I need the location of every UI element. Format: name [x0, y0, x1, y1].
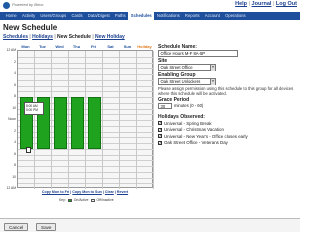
time-label: 2	[14, 128, 16, 133]
legend-key-label: Key:	[59, 198, 66, 202]
day-header-mon: Mon	[21, 44, 30, 49]
grid-legend: Key: On/Active Off/Inactive	[59, 198, 114, 202]
day-column[interactable]	[120, 51, 137, 189]
revert-link[interactable]: Revert	[117, 190, 128, 194]
schedule-name-input[interactable]: Office Hours M-F 8A-5P	[158, 50, 238, 57]
time-label: 8	[14, 94, 16, 98]
cancel-button[interactable]: Cancel	[4, 222, 29, 231]
active-time-block[interactable]	[88, 97, 101, 149]
grace-period-input[interactable]: 30	[158, 102, 172, 109]
schedule-calendar: Mon Tue Wed Thu Fri Sat Sun Holiday 12 AM 2 4 6 8 10…	[3, 44, 154, 216]
enabling-group-value: Oak Street Unlockers	[160, 79, 201, 84]
crumb-schedules[interactable]: Schedules	[3, 34, 28, 40]
copy-mon-to-sun-link[interactable]: Copy Mon to Sun	[72, 190, 102, 194]
day-column[interactable]	[103, 51, 120, 189]
crumb-holidays[interactable]: Holidays	[32, 34, 53, 40]
enabling-group-help: Please assign permission using this sche…	[158, 85, 294, 96]
nav-tab-paths[interactable]: Paths	[112, 12, 128, 20]
schedule-grid[interactable]: 8:00 AM 5:00 PM	[17, 50, 154, 189]
legend-inactive-label: Off/Inactive	[96, 198, 114, 202]
time-label: Noon	[8, 117, 16, 121]
time-tooltip: 8:00 AM 5:00 PM	[24, 102, 44, 115]
site-select[interactable]: Oak Street Office ▼	[158, 64, 216, 71]
nav-tab-reports[interactable]: Reports	[182, 12, 202, 20]
grace-period-row: 30 minutes (0 - 60)	[158, 102, 298, 109]
holiday-checkbox[interactable]: ✓	[158, 134, 162, 139]
brivo-logo-icon	[3, 2, 10, 9]
grid-actions: Copy Mon to Fri | Copy Mon to Sun | Clea…	[17, 190, 153, 194]
time-label: 4	[14, 140, 16, 144]
crumb-new-holiday[interactable]: New Holiday	[95, 34, 125, 40]
nav-tab-cards[interactable]: Cards	[69, 12, 85, 20]
time-label: 4	[14, 71, 16, 75]
brand-tagline: Powered by Brivo	[12, 2, 44, 7]
crumb-new-schedule: New Schedule	[57, 34, 91, 40]
enabling-group-select[interactable]: Oak Street Unlockers ▼	[158, 78, 216, 85]
tooltip-end: 5:00 PM	[26, 108, 38, 113]
save-button[interactable]: Save	[36, 222, 57, 231]
holiday-label: Universal - Christmas Vacation	[164, 127, 224, 133]
time-label: 12 AM	[6, 186, 16, 190]
chevron-down-icon: ▼	[210, 79, 215, 85]
day-header-wed: Wed	[55, 44, 64, 49]
holiday-checkbox[interactable]: ✓	[158, 140, 162, 145]
journal-link[interactable]: Journal	[252, 1, 272, 7]
nav-tab-schedules[interactable]: Schedules	[128, 12, 155, 20]
grace-period-unit: minutes (0 - 60)	[174, 103, 204, 109]
help-link[interactable]: Help	[235, 1, 247, 7]
holiday-label: Universal - New Year's - Office closes e…	[164, 133, 248, 139]
day-header-fri: Fri	[90, 44, 97, 49]
holiday-item[interactable]: ✓ Oak Street Office - Veterans Day	[158, 140, 298, 147]
nav-tab-data-digest[interactable]: Data/Digest	[85, 12, 112, 20]
nav-tab-home[interactable]: Home	[3, 12, 19, 20]
day-header-tue: Tue	[39, 44, 46, 49]
day-header-holiday: Holiday	[137, 44, 152, 49]
active-time-block[interactable]	[54, 97, 67, 149]
active-time-block[interactable]	[71, 97, 84, 149]
time-label: 10	[12, 105, 16, 110]
holiday-checkbox[interactable]: ✓	[158, 127, 162, 132]
nav-tab-users-groups[interactable]: Users/Groups	[38, 12, 69, 20]
schedule-form: Schedule Name: Office Hours M-F 8A-5P Si…	[158, 44, 298, 146]
top-bar: Powered by Brivo Help | Journal | Log Ou…	[0, 0, 300, 12]
time-label: 6	[14, 151, 16, 156]
clear-link[interactable]: Clear	[105, 190, 114, 194]
nav-tab-account[interactable]: Account	[202, 12, 222, 20]
top-links: Help | Journal | Log Out	[235, 1, 297, 7]
time-label: 12 AM	[6, 48, 16, 52]
legend-inactive-swatch	[90, 198, 95, 202]
bottom-action-bar: Cancel Save	[0, 218, 300, 232]
page-title: New Schedule	[3, 23, 58, 32]
legend-active-label: On/Active	[73, 198, 89, 202]
day-header-sat: Sat	[107, 44, 114, 49]
pointer-cursor-icon	[26, 147, 31, 153]
logout-link[interactable]: Log Out	[276, 1, 297, 7]
breadcrumb: Schedules | Holidays | New Schedule | Ne…	[3, 34, 125, 40]
chevron-down-icon: ▼	[210, 65, 215, 71]
nav-tab-operations[interactable]: Operations	[223, 12, 249, 20]
day-header-thu: Thu	[72, 44, 81, 49]
nav-tab-notifications[interactable]: Notifications	[154, 12, 182, 20]
day-header-sun: Sun	[123, 44, 132, 49]
main-nav: Home Activity Users/Groups Cards Data/Digest…	[0, 12, 300, 20]
time-label: 6	[14, 82, 16, 87]
time-label: 8	[14, 163, 16, 167]
day-column[interactable]	[137, 51, 154, 189]
holiday-label: Universal - Spring Break	[164, 120, 212, 126]
site-select-value: Oak Street Office	[160, 65, 193, 70]
nav-tab-activity[interactable]: Activity	[19, 12, 37, 20]
time-label: 10	[12, 174, 16, 179]
time-label: 2	[14, 59, 16, 64]
holiday-checkbox[interactable]: ✓	[158, 121, 162, 126]
copy-mon-to-fri-link[interactable]: Copy Mon to Fri	[42, 190, 69, 194]
legend-active-swatch	[67, 198, 72, 202]
holiday-label: Oak Street Office - Veterans Day	[164, 140, 228, 146]
